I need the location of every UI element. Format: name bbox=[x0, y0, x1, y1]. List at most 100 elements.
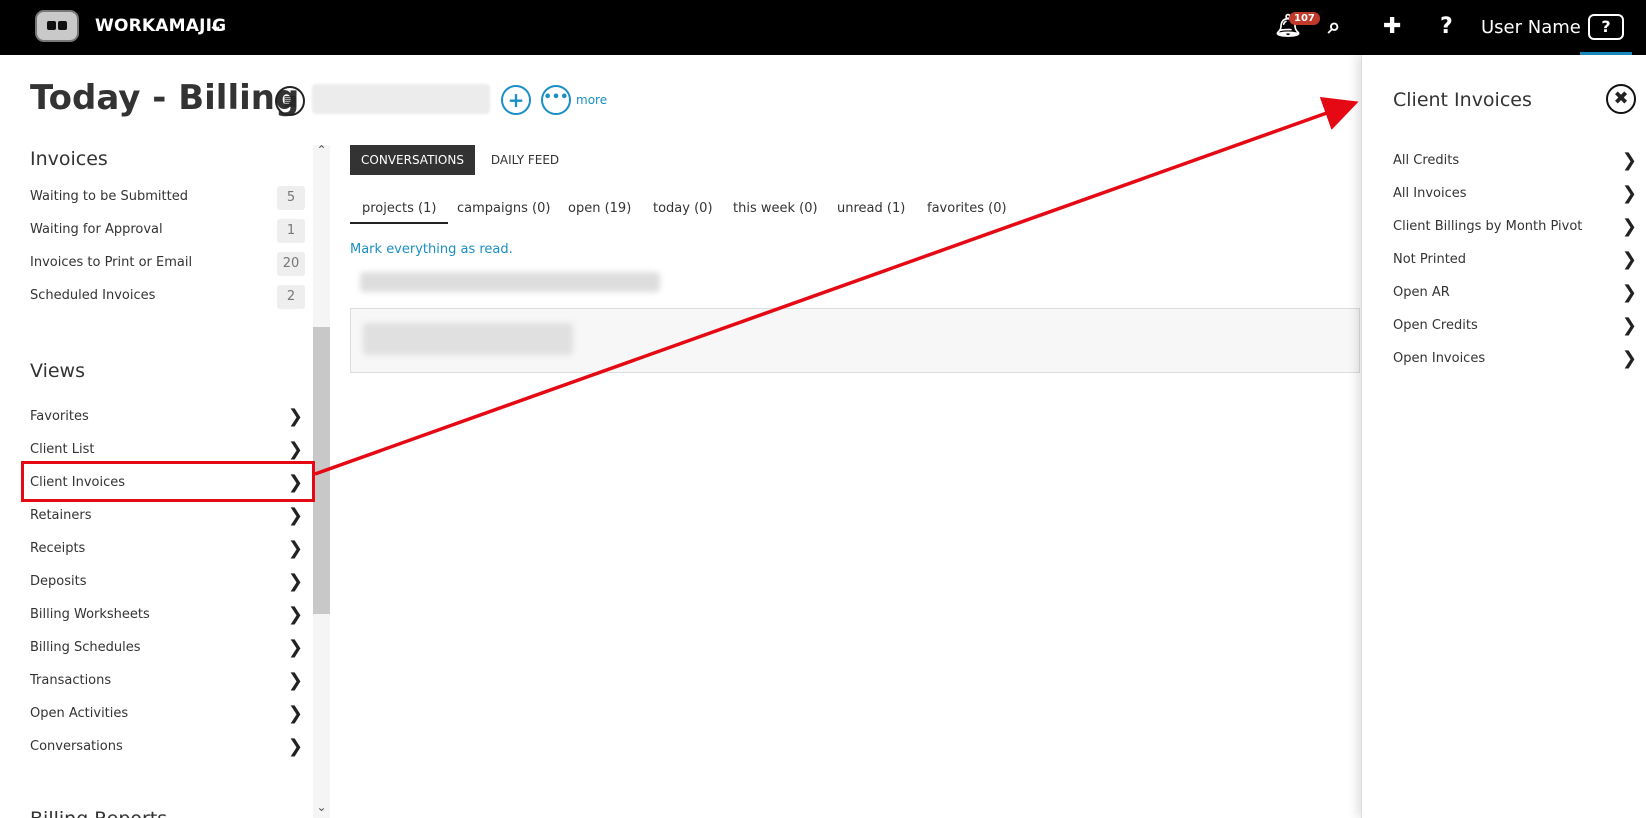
sidebar-item-waiting-submitted[interactable]: Waiting to be Submitted 5 bbox=[30, 183, 305, 211]
sidebar-item-print-email[interactable]: Invoices to Print or Email 20 bbox=[30, 249, 305, 277]
client-invoices-panel: Client Invoices ✖ All Credits ❯ All Invoi… bbox=[1361, 55, 1646, 818]
sidebar-scrollbar-thumb[interactable] bbox=[313, 327, 330, 614]
chevron-right-icon: ❯ bbox=[287, 604, 303, 625]
sidebar-item-receipts[interactable]: Receipts ❯ bbox=[30, 535, 305, 563]
sidebar-item-label: Deposits bbox=[30, 574, 87, 589]
search-icon[interactable]: ⌕ bbox=[1328, 14, 1340, 39]
chevron-right-icon: ❯ bbox=[287, 670, 303, 691]
chevron-right-icon: ❯ bbox=[287, 571, 303, 592]
sidebar-item-favorites[interactable]: Favorites ❯ bbox=[30, 403, 305, 431]
annotation-highlight-box bbox=[21, 461, 315, 502]
filter-projects[interactable]: projects (1) bbox=[350, 201, 449, 224]
sidebar-item-label: Client List bbox=[30, 442, 95, 457]
panel-title: Client Invoices bbox=[1393, 89, 1532, 111]
count-badge: 5 bbox=[277, 186, 305, 210]
sidebar-item-label: Billing Worksheets bbox=[30, 607, 150, 622]
panel-item-all-invoices[interactable]: All Invoices ❯ bbox=[1393, 180, 1637, 208]
panel-item-label: All Invoices bbox=[1393, 186, 1467, 201]
notification-badge: 107 bbox=[1289, 12, 1320, 25]
sidebar-item-label: Waiting for Approval bbox=[30, 222, 163, 237]
chevron-right-icon: ❯ bbox=[1621, 183, 1637, 204]
filter-today[interactable]: today (0) bbox=[653, 201, 713, 216]
question-icon[interactable]: ? bbox=[1440, 14, 1453, 39]
sidebar-item-label: Waiting to be Submitted bbox=[30, 189, 188, 204]
sidebar-item-client-list[interactable]: Client List ❯ bbox=[30, 436, 305, 464]
panel-item-label: All Credits bbox=[1393, 153, 1460, 168]
chevron-right-icon: ❯ bbox=[1621, 282, 1637, 303]
panel-item-label: Client Billings by Month Pivot bbox=[1393, 219, 1583, 234]
chevron-right-icon: ❯ bbox=[287, 439, 303, 460]
sidebar-item-label: Open Activities bbox=[30, 706, 129, 721]
chevron-right-icon: ❯ bbox=[287, 505, 303, 526]
plus-icon[interactable]: ✚ bbox=[1383, 14, 1401, 39]
brand-name[interactable]: WORKAMAJIG bbox=[95, 16, 226, 36]
conversation-card[interactable] bbox=[350, 308, 1360, 373]
tab-conversations[interactable]: CONVERSATIONS bbox=[350, 145, 475, 175]
more-options-icon[interactable]: ••• bbox=[541, 85, 571, 115]
sidebar-item-label: Retainers bbox=[30, 508, 92, 523]
mark-all-read-link[interactable]: Mark everything as read. bbox=[350, 242, 513, 257]
billing-reports-section-title: Billing Reports bbox=[30, 808, 167, 818]
chevron-right-icon: ❯ bbox=[1621, 315, 1637, 336]
chevron-right-icon: ❯ bbox=[1621, 348, 1637, 369]
count-badge: 20 bbox=[277, 252, 305, 276]
views-section-title: Views bbox=[30, 360, 85, 382]
chevron-right-icon: ❯ bbox=[287, 406, 303, 427]
workamajig-logo-icon[interactable] bbox=[35, 10, 79, 42]
conversation-title-blurred bbox=[360, 272, 660, 292]
filter-open[interactable]: open (19) bbox=[568, 201, 631, 216]
help-button[interactable]: ? bbox=[1588, 14, 1624, 40]
user-name[interactable]: User Name bbox=[1481, 17, 1581, 38]
top-navigation-bar: WORKAMAJIG ⌄ 🔔︎ 107 ⌕ ✚ ? User Name ? bbox=[0, 0, 1646, 55]
date-field-blurred[interactable] bbox=[312, 84, 490, 114]
sidebar-item-label: Invoices to Print or Email bbox=[30, 255, 193, 270]
sidebar-item-billing-worksheets[interactable]: Billing Worksheets ❯ bbox=[30, 601, 305, 629]
panel-item-open-ar[interactable]: Open AR ❯ bbox=[1393, 279, 1637, 307]
panel-item-open-credits[interactable]: Open Credits ❯ bbox=[1393, 312, 1637, 340]
chevron-right-icon: ❯ bbox=[287, 538, 303, 559]
page-title: Today - Billing bbox=[30, 78, 300, 118]
panel-item-billings-month-pivot[interactable]: Client Billings by Month Pivot ❯ bbox=[1393, 213, 1637, 241]
count-badge: 1 bbox=[277, 219, 305, 243]
panel-item-label: Not Printed bbox=[1393, 252, 1467, 267]
panel-item-label: Open AR bbox=[1393, 285, 1450, 300]
chevron-right-icon: ❯ bbox=[287, 703, 303, 724]
sidebar-item-label: Receipts bbox=[30, 541, 86, 556]
sidebar-item-waiting-approval[interactable]: Waiting for Approval 1 bbox=[30, 216, 305, 244]
panel-item-label: Open Invoices bbox=[1393, 351, 1486, 366]
panel-item-open-invoices[interactable]: Open Invoices ❯ bbox=[1393, 345, 1637, 373]
calendar-icon[interactable]: ▦ bbox=[275, 86, 305, 116]
panel-item-label: Open Credits bbox=[1393, 318, 1478, 333]
tab-daily-feed[interactable]: DAILY FEED bbox=[480, 145, 570, 175]
add-button[interactable]: + bbox=[501, 85, 531, 115]
sidebar-item-retainers[interactable]: Retainers ❯ bbox=[30, 502, 305, 530]
sidebar-item-billing-schedules[interactable]: Billing Schedules ❯ bbox=[30, 634, 305, 662]
sidebar-item-deposits[interactable]: Deposits ❯ bbox=[30, 568, 305, 596]
sidebar-item-label: Billing Schedules bbox=[30, 640, 141, 655]
filter-unread[interactable]: unread (1) bbox=[837, 201, 905, 216]
sidebar-item-label: Scheduled Invoices bbox=[30, 288, 156, 303]
chevron-right-icon: ❯ bbox=[287, 637, 303, 658]
invoices-section-title: Invoices bbox=[30, 148, 108, 170]
filter-this-week[interactable]: this week (0) bbox=[733, 201, 818, 216]
sidebar-item-transactions[interactable]: Transactions ❯ bbox=[30, 667, 305, 695]
conversation-content-blurred bbox=[363, 323, 573, 355]
more-link[interactable]: more bbox=[576, 93, 607, 107]
sidebar-item-label: Favorites bbox=[30, 409, 89, 424]
count-badge: 2 bbox=[277, 285, 305, 309]
close-icon[interactable]: ✖ bbox=[1606, 84, 1636, 114]
panel-item-not-printed[interactable]: Not Printed ❯ bbox=[1393, 246, 1637, 274]
sidebar-item-conversations[interactable]: Conversations ❯ bbox=[30, 733, 305, 761]
scroll-up-icon[interactable]: ⌃ bbox=[313, 143, 330, 157]
sidebar-item-open-activities[interactable]: Open Activities ❯ bbox=[30, 700, 305, 728]
filter-favorites[interactable]: favorites (0) bbox=[927, 201, 1007, 216]
chevron-right-icon: ❯ bbox=[1621, 216, 1637, 237]
chevron-right-icon: ❯ bbox=[287, 736, 303, 757]
brand-chevron-down-icon[interactable]: ⌄ bbox=[208, 15, 223, 36]
filter-campaigns[interactable]: campaigns (0) bbox=[457, 201, 550, 216]
sidebar-item-label: Conversations bbox=[30, 739, 123, 754]
sidebar-item-label: Transactions bbox=[30, 673, 112, 688]
scroll-down-icon[interactable]: ⌄ bbox=[313, 800, 330, 814]
sidebar-item-scheduled[interactable]: Scheduled Invoices 2 bbox=[30, 282, 305, 310]
panel-item-all-credits[interactable]: All Credits ❯ bbox=[1393, 147, 1637, 175]
